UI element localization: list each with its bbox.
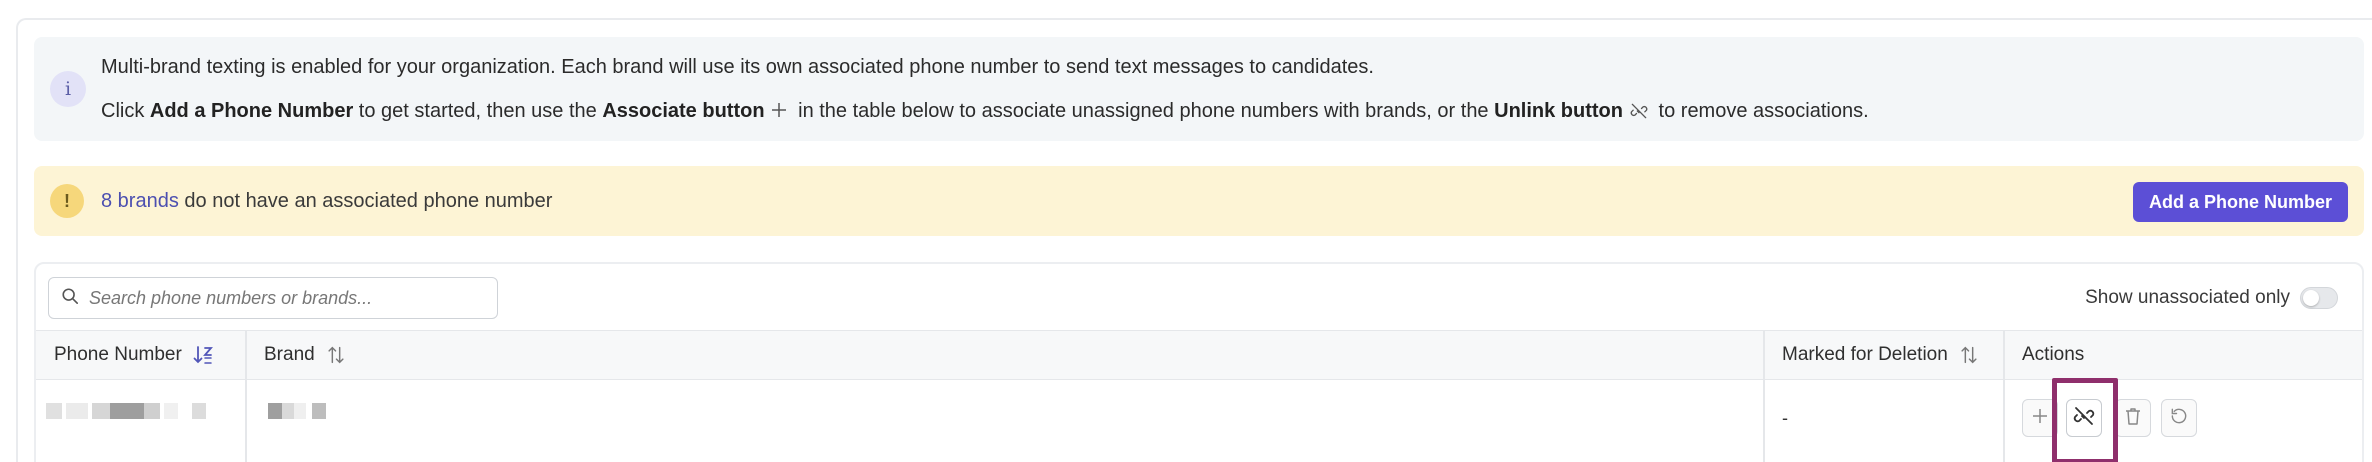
- unlink-icon: [2072, 404, 2096, 433]
- info-bold-add-phone: Add a Phone Number: [149, 99, 354, 122]
- plus-icon: [771, 99, 787, 123]
- delete-button[interactable]: [2115, 399, 2151, 437]
- show-unassociated-label: Show unassociated only: [2085, 287, 2290, 308]
- sort-icon[interactable]: [325, 344, 347, 366]
- info-banner: i Multi-brand texting is enabled for you…: [34, 37, 2364, 141]
- column-header-phone-number[interactable]: Phone Number: [54, 331, 216, 379]
- warning-banner: ! 8 brands do not have an associated pho…: [34, 166, 2364, 236]
- info-icon: i: [50, 71, 86, 107]
- table-row: -: [36, 380, 2362, 460]
- search-box[interactable]: [48, 277, 498, 319]
- column-header-marked-for-deletion[interactable]: Marked for Deletion: [1782, 331, 1980, 379]
- restore-button[interactable]: [2161, 399, 2197, 437]
- info-text-line2: Click Add a Phone Number to get started,…: [101, 99, 1869, 123]
- phone-numbers-table-card: Show unassociated only Phone Number Bran…: [34, 262, 2364, 462]
- sort-icon[interactable]: [1958, 344, 1980, 366]
- info-text-part3: in the table below to associate unassign…: [792, 99, 1495, 122]
- info-bold-unlink: Unlink button: [1494, 99, 1623, 122]
- column-label-actions: Actions: [2022, 344, 2085, 365]
- column-header-actions: Actions: [2022, 331, 2084, 379]
- info-text-part2: to get started, then use the: [353, 99, 603, 122]
- exclamation-icon: !: [50, 184, 84, 218]
- info-text-part1: Click: [101, 99, 150, 122]
- brands-count-link[interactable]: 8 brands: [101, 190, 179, 212]
- column-header-brand[interactable]: Brand: [264, 331, 347, 379]
- show-unassociated-toggle[interactable]: [2300, 287, 2338, 309]
- associate-button[interactable]: [2022, 399, 2058, 437]
- search-input[interactable]: [89, 287, 479, 309]
- info-text-line1: Multi-brand texting is enabled for your …: [101, 56, 1374, 78]
- column-label-marked-for-deletion: Marked for Deletion: [1782, 344, 1948, 365]
- info-bold-associate: Associate button: [602, 99, 765, 122]
- search-icon: [61, 287, 79, 310]
- marked-for-deletion-value: -: [1782, 408, 1788, 428]
- warning-message: do not have an associated phone number: [178, 190, 553, 212]
- column-label-phone-number: Phone Number: [54, 344, 182, 365]
- warning-text: 8 brands do not have an associated phone…: [101, 190, 552, 213]
- table-header: Phone Number Brand Marked for Deletion A…: [36, 330, 2362, 380]
- sort-ascending-icon[interactable]: [192, 343, 216, 367]
- add-phone-number-button[interactable]: Add a Phone Number: [2132, 182, 2348, 222]
- plus-icon: [2031, 407, 2049, 430]
- trash-icon: [2124, 406, 2142, 431]
- info-text-part4: to remove associations.: [1652, 99, 1869, 122]
- restore-icon: [2169, 406, 2189, 431]
- unlink-icon: [1628, 101, 1650, 121]
- column-label-brand: Brand: [264, 344, 315, 365]
- unlink-button[interactable]: [2066, 399, 2102, 437]
